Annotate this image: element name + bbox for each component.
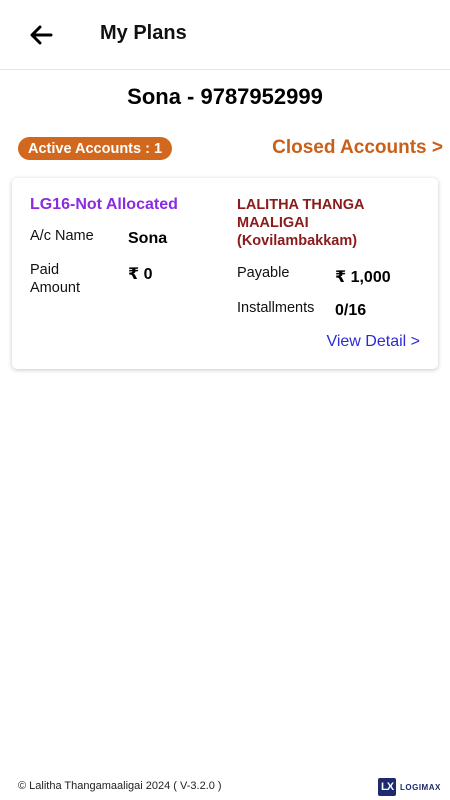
ac-name-label: A/c Name bbox=[30, 228, 94, 244]
installments-value: 0/16 bbox=[335, 302, 367, 319]
paid-amount-label: Paid Amount bbox=[30, 262, 80, 296]
customer-name-phone: Sona - 9787952999 bbox=[127, 84, 323, 109]
logimax-logo: LX LOGIMAX bbox=[378, 777, 441, 797]
back-button[interactable] bbox=[26, 20, 56, 50]
logimax-mark-icon: LX bbox=[378, 778, 396, 796]
payable-value: ₹ 1,000 bbox=[335, 269, 391, 286]
plan-card[interactable]: LG16-Not Allocated LALITHA THANGA MAALIG… bbox=[12, 178, 438, 369]
view-detail-link[interactable]: View Detail > bbox=[326, 333, 420, 351]
footer-copyright: © Lalitha Thangamaaligai 2024 ( V-3.2.0 … bbox=[18, 780, 222, 792]
paid-amount-value: ₹ 0 bbox=[128, 266, 153, 283]
app-header: My Plans bbox=[0, 0, 450, 70]
active-accounts-badge[interactable]: Active Accounts : 1 bbox=[18, 137, 173, 160]
page-title: My Plans bbox=[100, 22, 187, 44]
scheme-code: LG16-Not Allocated bbox=[30, 196, 178, 213]
arrow-left-icon bbox=[30, 25, 53, 45]
closed-accounts-link[interactable]: Closed Accounts > bbox=[272, 137, 443, 159]
logimax-wordmark: LOGIMAX bbox=[400, 782, 441, 792]
installments-label: Installments bbox=[237, 300, 315, 316]
store-name: LALITHA THANGA MAALIGAI (Kovilambakkam) bbox=[237, 197, 364, 249]
ac-name-value: Sona bbox=[128, 230, 168, 247]
payable-label: Payable bbox=[237, 265, 290, 281]
